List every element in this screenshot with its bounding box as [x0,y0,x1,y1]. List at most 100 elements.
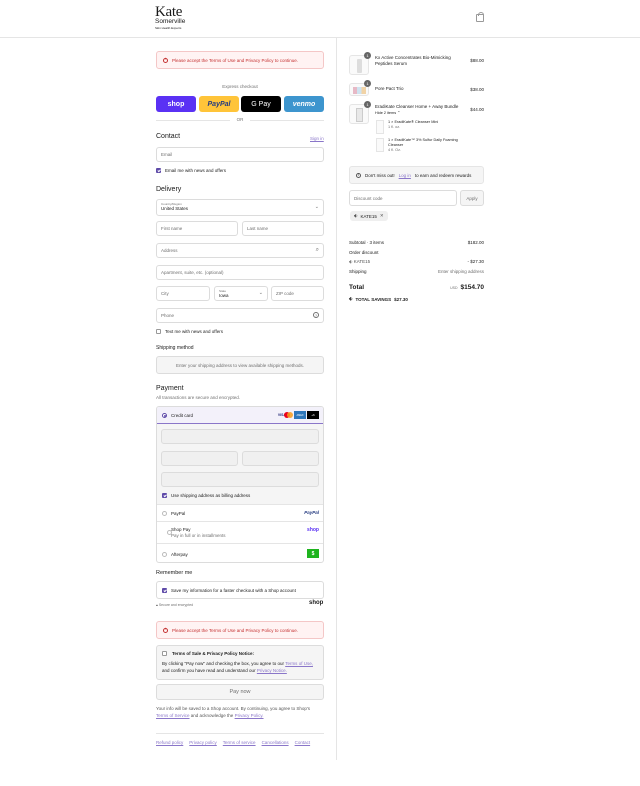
billing-same-row[interactable]: Use shipping address as billing address [162,493,250,498]
card-number-field[interactable] [161,429,319,444]
afterpay-radio[interactable] [162,551,167,557]
paypal-option[interactable]: PayPal PayPal [157,504,323,521]
shop-logo: shop [307,527,319,533]
payment-subtitle: All transactions are secure and encrypte… [156,395,241,400]
total-savings: ⬖ TOTAL SAVINGS $27.30 [349,296,408,302]
trio-pack-icon [353,87,366,94]
shipping-row: Shipping Enter shipping address [349,269,484,274]
paypal-button[interactable]: PayPal [199,96,239,112]
log-in-link[interactable]: Log in [399,173,411,178]
delivery-heading: Delivery [156,186,182,193]
terms-alert-bottom: ! Please accept the Terms of Use and Pri… [156,621,324,639]
phone-field[interactable]: Phone ? [156,308,324,323]
hide-items-toggle[interactable]: Hide 2 items ⌃ [375,110,465,116]
chevron-down-icon: ⌄ [258,290,263,296]
rewards-notice-text: Don't miss out! [365,172,395,178]
phone-placeholder: Phone [161,313,175,318]
shop-privacy-link[interactable]: Privacy Policy. [235,713,264,718]
terms-of-use-link[interactable]: Terms of Use, [285,661,313,666]
paypal-radio[interactable] [162,510,167,516]
brand-name-bottom: Somerville [155,18,186,25]
express-checkout-title: Express checkout [222,84,258,89]
venmo-button[interactable]: venmo [284,96,324,112]
help-icon[interactable]: ? [313,312,319,318]
gpay-label: G Pay [251,100,271,108]
amex-icon: AMEX [294,411,306,419]
cancellations-link[interactable]: Cancellations [262,740,289,745]
rewards-notice: i Don't miss out! Log in to earn and red… [349,166,484,184]
state-select[interactable]: State Iowa ⌄ [214,286,268,301]
secure-text: Secure and encrypted [158,603,194,607]
text-offers-checkbox[interactable] [156,329,161,334]
shop-pay-option[interactable]: Shop Pay Pay in full or in installments … [157,521,323,543]
zip-field[interactable]: ZIP code [271,286,324,301]
bundle-sub-item: 1 × EradiKate™ 3% Sulfur Daily Foaming C… [376,138,470,153]
paypal-logo: PayPal [304,510,319,515]
credit-card-radio[interactable] [162,412,167,418]
product-price: $44.00 [470,107,484,112]
savings-value: $27.30 [394,296,408,302]
shop-pay-button[interactable]: shop [156,96,196,112]
apply-button[interactable]: Apply [460,190,484,206]
product-price: $88.00 [470,58,484,63]
email-field[interactable]: Email [156,147,324,162]
sub-product-size: 4 fl. Oz. [388,148,402,152]
chevron-down-icon: ⌄ [314,204,319,210]
rewards-notice-tail: to earn and redeem rewards [414,172,472,178]
sub-product-name: 1 × EradiKate™ 3% Sulfur Daily Foaming C… [388,138,458,147]
email-news-checkbox[interactable] [156,168,161,173]
total-label: Total [349,284,365,291]
privacy-policy-link[interactable]: Privacy policy [189,740,217,745]
discount-code-field[interactable]: Discount code [349,190,457,206]
chevron-up-icon: ⌃ [397,111,401,115]
gpay-button[interactable]: G Pay [241,96,281,112]
sub-product-details: 1 × EradiKate® Cleanser Mini 1 fl. oz. [388,120,438,134]
venmo-label: venmo [292,100,316,108]
afterpay-option[interactable]: Afterpay $ [157,543,323,562]
discount-code-text: KATE15 [353,259,371,264]
paypal-label: PayPal [171,510,186,516]
mastercard-icon [284,412,293,418]
apartment-field[interactable]: Apartment, suite, etc. (optional) [156,265,324,280]
city-field[interactable]: City [156,286,210,301]
product-name: Pore Pact Trio [375,86,404,91]
product-thumbnail: 1 [349,101,371,124]
or-divider: OR [156,117,324,122]
discount-code-row: ⬖ KATE15 - $27.30 [349,259,484,265]
terms-checkbox[interactable] [162,651,167,656]
email-news-label: Email me with news and offers [165,168,226,173]
shipping-method-message: Enter your shipping address to view avai… [156,356,324,374]
pay-now-button[interactable]: Pay now [156,684,324,700]
privacy-notice-link[interactable]: Privacy Notice. [257,668,287,673]
discount-tag-label: KATE15 [360,213,377,219]
card-name-field[interactable] [161,472,319,487]
shop-terms-link[interactable]: Terms of Service [156,713,190,718]
country-select[interactable]: Country/Region United States ⌄ [156,199,324,216]
qty-badge: 1 [364,52,371,59]
billing-same-checkbox[interactable] [162,493,167,498]
last-name-field[interactable]: Last name [242,221,324,236]
product-thumbnail: 1 [349,80,371,96]
text-offers-row[interactable]: Text me with news and offers [156,329,223,334]
address-field[interactable]: Address ⌕ [156,243,324,258]
terms-title: Terms of Sale & Privacy Policy Notice: [172,651,254,656]
footer-links: Refund policy Privacy policy Terms of se… [156,740,310,745]
bag-icon[interactable] [476,12,484,22]
shop-notice: Your info will be saved to a Shop accoun… [156,706,326,719]
card-cvv-field[interactable] [242,451,319,466]
contact-link[interactable]: Contact [295,740,311,745]
card-expiry-field[interactable] [161,451,238,466]
sign-in-link[interactable]: Sign in [310,136,324,141]
discount-value: - $27.30 [467,259,484,264]
remember-checkbox[interactable] [162,587,167,593]
card-form: Use shipping address as billing address [157,424,323,504]
credit-card-option[interactable]: Credit card VISA AMEX +6 [157,407,323,424]
remove-discount-icon[interactable]: ✕ [380,213,384,219]
brand-logo[interactable]: Kate Somerville Skin Health Experts [155,5,185,30]
total-row: Total USD $154.70 [349,284,484,291]
first-name-field[interactable]: First name [156,221,238,236]
email-news-row[interactable]: Email me with news and offers [156,168,226,173]
terms-of-service-link[interactable]: Terms of service [223,740,256,745]
remember-option[interactable]: Save my information for a faster checkou… [156,581,324,599]
refund-policy-link[interactable]: Refund policy [156,740,183,745]
